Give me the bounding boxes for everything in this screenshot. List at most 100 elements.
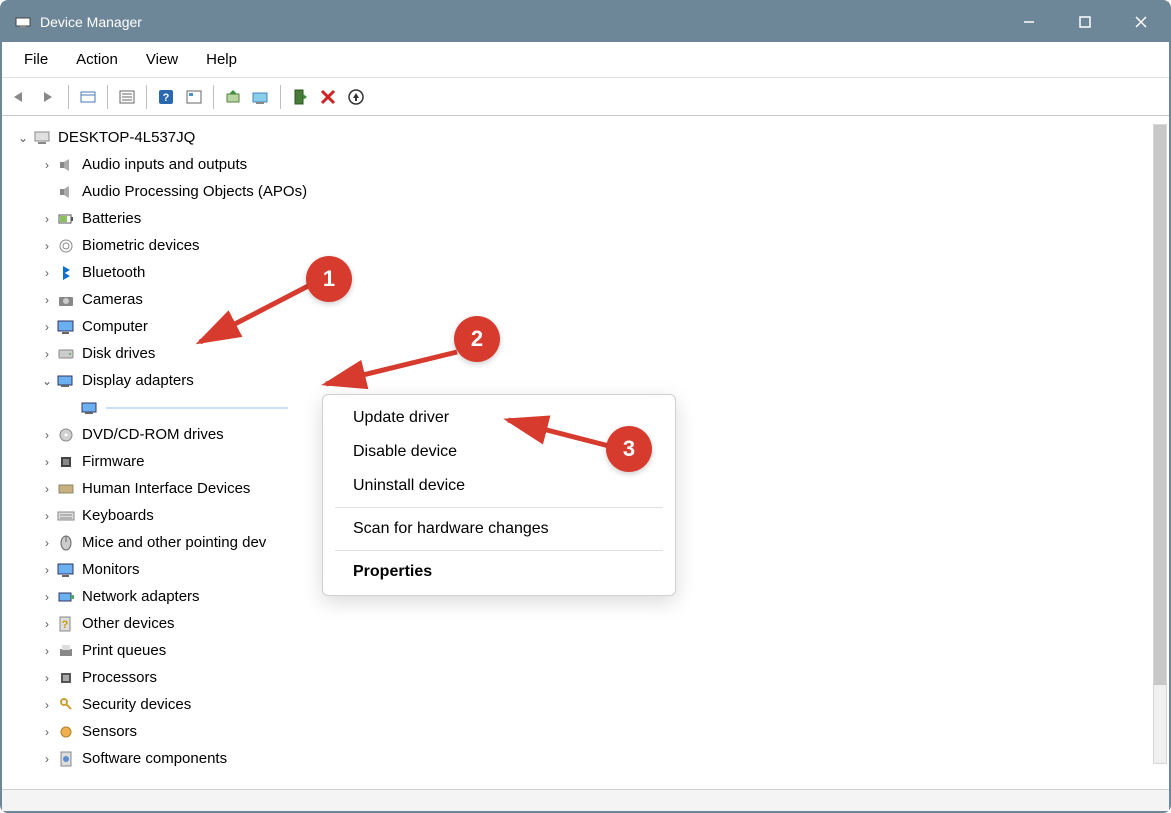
chevron-right-icon[interactable]: ›	[38, 347, 56, 361]
display-adapter-icon	[80, 398, 100, 418]
chevron-right-icon[interactable]: ›	[38, 671, 56, 685]
sensor-icon	[56, 722, 76, 742]
menu-help[interactable]: Help	[192, 47, 251, 72]
category-label: Biometric devices	[82, 237, 200, 254]
maximize-button[interactable]	[1057, 2, 1113, 42]
chevron-right-icon[interactable]: ›	[38, 293, 56, 307]
svg-text:?: ?	[62, 619, 69, 631]
chevron-right-icon[interactable]: ›	[38, 725, 56, 739]
update-driver-button[interactable]	[220, 84, 246, 110]
properties-button[interactable]	[181, 84, 207, 110]
toolbar-separator	[146, 85, 147, 109]
chevron-right-icon[interactable]: ›	[38, 320, 56, 334]
category-display-adapters[interactable]: ⌄ Display adapters	[14, 367, 1165, 394]
category-label: Sensors	[82, 723, 137, 740]
annotation-bubble-1: 1	[306, 256, 352, 302]
category-row[interactable]: › Sensors	[14, 718, 1165, 745]
category-label: Audio inputs and outputs	[82, 156, 247, 173]
details-button[interactable]	[114, 84, 140, 110]
chevron-right-icon[interactable]: ›	[38, 239, 56, 253]
category-row[interactable]: ›Processors	[14, 664, 1165, 691]
hid-icon	[56, 479, 76, 499]
category-row[interactable]: › Audio inputs and outputs	[14, 151, 1165, 178]
vertical-scrollbar[interactable]	[1153, 124, 1167, 764]
ctx-properties[interactable]: Properties	[323, 555, 675, 589]
display-adapter-icon	[56, 371, 76, 391]
category-label: Batteries	[82, 210, 141, 227]
category-row[interactable]: › Software components	[14, 745, 1165, 772]
keyboard-icon	[56, 506, 76, 526]
computer-name-label: DESKTOP-4L537JQ	[58, 129, 195, 146]
category-row[interactable]: ›Bluetooth	[14, 259, 1165, 286]
show-hidden-button[interactable]	[75, 84, 101, 110]
menu-bar: File Action View Help	[2, 42, 1169, 78]
category-row[interactable]: Audio Processing Objects (APOs)	[14, 178, 1165, 205]
menu-action[interactable]: Action	[62, 47, 132, 72]
chevron-right-icon[interactable]: ›	[38, 536, 56, 550]
chevron-down-icon[interactable]: ⌄	[38, 374, 56, 388]
chevron-right-icon[interactable]: ›	[38, 590, 56, 604]
category-label: Software components	[82, 750, 227, 767]
category-row[interactable]: › Biometric devices	[14, 232, 1165, 259]
category-row[interactable]: › Print queues	[14, 637, 1165, 664]
chevron-right-icon[interactable]: ›	[38, 158, 56, 172]
monitor-icon	[56, 317, 76, 337]
chevron-right-icon[interactable]: ›	[38, 617, 56, 631]
app-icon	[14, 13, 32, 31]
device-manager-window: Device Manager File Action View Help ?	[0, 0, 1171, 813]
close-button[interactable]	[1113, 2, 1169, 42]
chevron-down-icon[interactable]: ⌄	[14, 131, 32, 145]
category-label: Human Interface Devices	[82, 480, 250, 497]
scan-hardware-button[interactable]	[248, 84, 274, 110]
tree-root-computer[interactable]: ⌄ DESKTOP-4L537JQ	[14, 124, 1165, 151]
category-label: Audio Processing Objects (APOs)	[82, 183, 307, 200]
chevron-right-icon[interactable]: ›	[38, 644, 56, 658]
category-label: Mice and other pointing dev	[82, 534, 266, 551]
category-label: Security devices	[82, 696, 191, 713]
category-row[interactable]: › Security devices	[14, 691, 1165, 718]
chevron-right-icon[interactable]: ›	[38, 482, 56, 496]
category-label: Computer	[82, 318, 148, 335]
minimize-button[interactable]	[1001, 2, 1057, 42]
scrollbar-thumb[interactable]	[1154, 125, 1166, 685]
title-bar: Device Manager	[2, 2, 1169, 42]
ctx-scan-hardware[interactable]: Scan for hardware changes	[323, 512, 675, 546]
toolbar-separator	[107, 85, 108, 109]
uninstall-device-button[interactable]	[343, 84, 369, 110]
network-icon	[56, 587, 76, 607]
chevron-right-icon[interactable]: ›	[38, 698, 56, 712]
chevron-right-icon[interactable]: ›	[38, 455, 56, 469]
mouse-icon	[56, 533, 76, 553]
chip-icon	[56, 452, 76, 472]
category-row[interactable]: ›? Other devices	[14, 610, 1165, 637]
ctx-uninstall-device[interactable]: Uninstall device	[323, 469, 675, 503]
body-area: ⌄ DESKTOP-4L537JQ › Audio inputs and outp…	[2, 116, 1169, 789]
bluetooth-icon	[56, 263, 76, 283]
chevron-right-icon[interactable]: ›	[38, 212, 56, 226]
menu-view[interactable]: View	[132, 47, 192, 72]
help-button[interactable]: ?	[153, 84, 179, 110]
category-label: Print queues	[82, 642, 166, 659]
category-row[interactable]: › Batteries	[14, 205, 1165, 232]
chevron-right-icon[interactable]: ›	[38, 509, 56, 523]
speaker-icon	[56, 155, 76, 175]
back-button[interactable]	[8, 84, 34, 110]
forward-button[interactable]	[36, 84, 62, 110]
camera-icon	[56, 290, 76, 310]
chevron-right-icon[interactable]: ›	[38, 428, 56, 442]
category-label: Keyboards	[82, 507, 154, 524]
category-label: Other devices	[82, 615, 175, 632]
category-row[interactable]: ›Cameras	[14, 286, 1165, 313]
printer-icon	[56, 641, 76, 661]
fingerprint-icon	[56, 236, 76, 256]
menu-file[interactable]: File	[10, 47, 62, 72]
disable-device-button[interactable]	[315, 84, 341, 110]
category-row[interactable]: ›Disk drives	[14, 340, 1165, 367]
enable-device-button[interactable]	[287, 84, 313, 110]
chevron-right-icon[interactable]: ›	[38, 563, 56, 577]
ctx-separator	[335, 550, 663, 551]
category-label: Network adapters	[82, 588, 200, 605]
chevron-right-icon[interactable]: ›	[38, 752, 56, 766]
chevron-right-icon[interactable]: ›	[38, 266, 56, 280]
category-row[interactable]: › Computer	[14, 313, 1165, 340]
